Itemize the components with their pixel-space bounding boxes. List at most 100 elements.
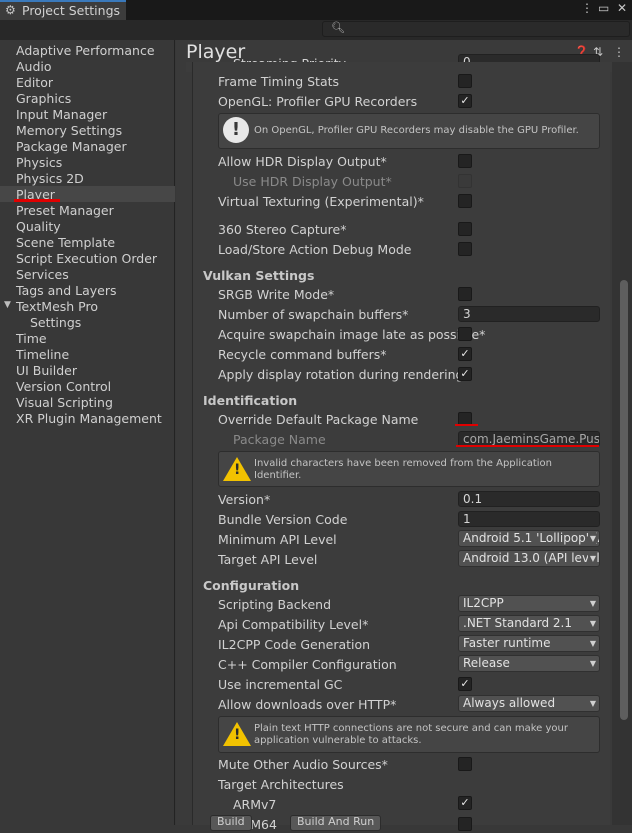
sidebar-item-tags-and-layers[interactable]: Tags and Layers xyxy=(16,283,117,299)
maximize-icon[interactable]: ▭ xyxy=(598,1,609,15)
api-compat-dropdown[interactable]: .NET Standard 2.1 ▼ xyxy=(458,615,600,632)
acquire-late-label: Acquire swapchain image late as possible… xyxy=(218,327,486,342)
sidebar-item-quality[interactable]: Quality xyxy=(16,219,61,235)
incremental-gc-checkbox[interactable]: ✓ xyxy=(458,677,472,691)
configuration-header: Configuration xyxy=(203,578,300,593)
swapchain-field[interactable]: 3 xyxy=(458,306,600,322)
il2cpp-gen-value: Faster runtime xyxy=(463,636,551,650)
target-api-value: Android 13.0 (API level 33) xyxy=(463,551,600,565)
recycle-checkbox[interactable]: ✓ xyxy=(458,347,472,361)
sidebar-item-adaptive-performance[interactable]: Adaptive Performance xyxy=(16,43,155,59)
sidebar-item-editor[interactable]: Editor xyxy=(16,75,53,91)
sidebar-item-graphics[interactable]: Graphics xyxy=(16,91,71,107)
selection-underline xyxy=(14,199,60,202)
more-options-icon[interactable]: ⋮ xyxy=(613,45,625,59)
window-tab[interactable]: ⚙ Project Settings xyxy=(0,0,126,20)
rotation-checkbox[interactable]: ✓ xyxy=(458,367,472,381)
http-warning-text: Plain text HTTP connections are not secu… xyxy=(254,723,568,746)
sidebar-item-physics[interactable]: Physics xyxy=(16,155,62,171)
sidebar-item-visual-scripting[interactable]: Visual Scripting xyxy=(16,395,113,411)
sidebar-item-services[interactable]: Services xyxy=(16,267,69,283)
sidebar-item-package-manager[interactable]: Package Manager xyxy=(16,139,127,155)
bundle-code-label: Bundle Version Code xyxy=(218,512,348,527)
chevron-down-icon: ▼ xyxy=(587,696,596,711)
search-input[interactable]: 🔍︎ xyxy=(322,21,630,37)
api-compat-label: Api Compatibility Level* xyxy=(218,617,369,632)
scrollbar-thumb[interactable] xyxy=(620,280,628,720)
chevron-down-icon: ▼ xyxy=(587,636,596,651)
min-api-dropdown[interactable]: Android 5.1 'Lollipop' (API level 22)▼ xyxy=(458,530,600,547)
sidebar-item-physics-2d[interactable]: Physics 2D xyxy=(16,171,84,187)
armv7-label: ARMv7 xyxy=(233,797,277,812)
il2cpp-gen-dropdown[interactable]: Faster runtime ▼ xyxy=(458,635,600,652)
virtual-texturing-label: Virtual Texturing (Experimental)* xyxy=(218,194,424,209)
close-icon[interactable]: ✕ xyxy=(617,1,627,15)
build-and-run-button[interactable]: Build And Run xyxy=(290,815,382,831)
sidebar-item-preset-manager[interactable]: Preset Manager xyxy=(16,203,114,219)
acquire-late-checkbox[interactable] xyxy=(458,327,472,341)
backend-dropdown[interactable]: IL2CPP ▼ xyxy=(458,595,600,612)
stereo-capture-checkbox[interactable] xyxy=(458,222,472,236)
panel-border xyxy=(192,62,193,72)
opengl-info-box: ! On OpenGL, Profiler GPU Recorders may … xyxy=(218,113,600,149)
il2cpp-gen-label: IL2CPP Code Generation xyxy=(218,637,371,652)
backend-label: Scripting Backend xyxy=(218,597,332,612)
sidebar-item-script-execution-order[interactable]: Script Execution Order xyxy=(16,251,157,267)
api-compat-value: .NET Standard 2.1 xyxy=(463,616,573,630)
backend-value: IL2CPP xyxy=(463,596,504,610)
arm64-checkbox[interactable] xyxy=(458,817,472,831)
rotation-label: Apply display rotation during rendering xyxy=(218,367,464,382)
identification-header: Identification xyxy=(203,393,298,408)
srgb-checkbox[interactable] xyxy=(458,287,472,301)
override-underline xyxy=(455,424,478,426)
scroll-clip xyxy=(186,62,612,72)
virtual-texturing-checkbox[interactable] xyxy=(458,194,472,208)
sidebar-item-input-manager[interactable]: Input Manager xyxy=(16,107,107,123)
info-icon: ! xyxy=(223,117,249,143)
window-title: Project Settings xyxy=(22,3,121,18)
chevron-down-icon: ▼ xyxy=(587,656,596,671)
min-api-label: Minimum API Level xyxy=(218,532,337,547)
cpp-config-value: Release xyxy=(463,656,510,670)
sidebar-item-xr-plugin-management[interactable]: XR Plugin Management xyxy=(16,411,162,427)
expand-arrow-icon[interactable]: ▼ xyxy=(4,300,11,310)
package-name-underline xyxy=(456,445,599,447)
opengl-recorders-label: OpenGL: Profiler GPU Recorders xyxy=(218,94,418,109)
sidebar-item-version-control[interactable]: Version Control xyxy=(16,379,111,395)
sidebar-item-time[interactable]: Time xyxy=(16,331,47,347)
sidebar-item-textmesh-pro[interactable]: TextMesh Pro xyxy=(16,299,98,315)
cpp-config-dropdown[interactable]: Release ▼ xyxy=(458,655,600,672)
opengl-recorders-checkbox[interactable]: ✓ xyxy=(458,94,472,108)
sidebar-item-memory-settings[interactable]: Memory Settings xyxy=(16,123,122,139)
gear-icon: ⚙ xyxy=(5,3,16,17)
warning-icon: ! xyxy=(223,722,251,746)
load-store-checkbox[interactable] xyxy=(458,242,472,256)
stereo-capture-label: 360 Stereo Capture* xyxy=(218,222,347,237)
bundle-code-field[interactable]: 1 xyxy=(458,511,600,527)
target-api-dropdown[interactable]: Android 13.0 (API level 33)▼ xyxy=(458,550,600,567)
recycle-label: Recycle command buffers* xyxy=(218,347,387,362)
more-options-icon[interactable]: ⋮ xyxy=(581,1,593,15)
chevron-down-icon: ▼ xyxy=(587,596,596,611)
target-arch-label: Target Architectures xyxy=(218,777,344,792)
armv7-checkbox[interactable]: ✓ xyxy=(458,796,472,810)
sidebar-item-settings[interactable]: Settings xyxy=(30,315,81,331)
http-dropdown[interactable]: Always allowed ▼ xyxy=(458,695,600,712)
use-hdr-label: Use HDR Display Output* xyxy=(233,174,392,189)
sidebar-item-timeline[interactable]: Timeline xyxy=(16,347,69,363)
mute-audio-checkbox[interactable] xyxy=(458,757,472,771)
version-label: Version* xyxy=(218,492,271,507)
sidebar-item-audio[interactable]: Audio xyxy=(16,59,52,75)
sidebar-item-scene-template[interactable]: Scene Template xyxy=(16,235,115,251)
srgb-label: SRGB Write Mode* xyxy=(218,287,335,302)
package-warning-box: ! Invalid characters have been removed f… xyxy=(218,451,600,487)
build-button[interactable]: Build xyxy=(210,815,252,831)
sidebar-item-ui-builder[interactable]: UI Builder xyxy=(16,363,77,379)
frame-timing-checkbox[interactable] xyxy=(458,74,472,88)
version-field[interactable]: 0.1 xyxy=(458,491,600,507)
load-store-label: Load/Store Action Debug Mode xyxy=(218,242,412,257)
swapchain-label: Number of swapchain buffers* xyxy=(218,307,409,322)
http-warning-box: ! Plain text HTTP connections are not se… xyxy=(218,716,600,753)
use-hdr-checkbox[interactable] xyxy=(458,174,472,188)
allow-hdr-checkbox[interactable] xyxy=(458,154,472,168)
